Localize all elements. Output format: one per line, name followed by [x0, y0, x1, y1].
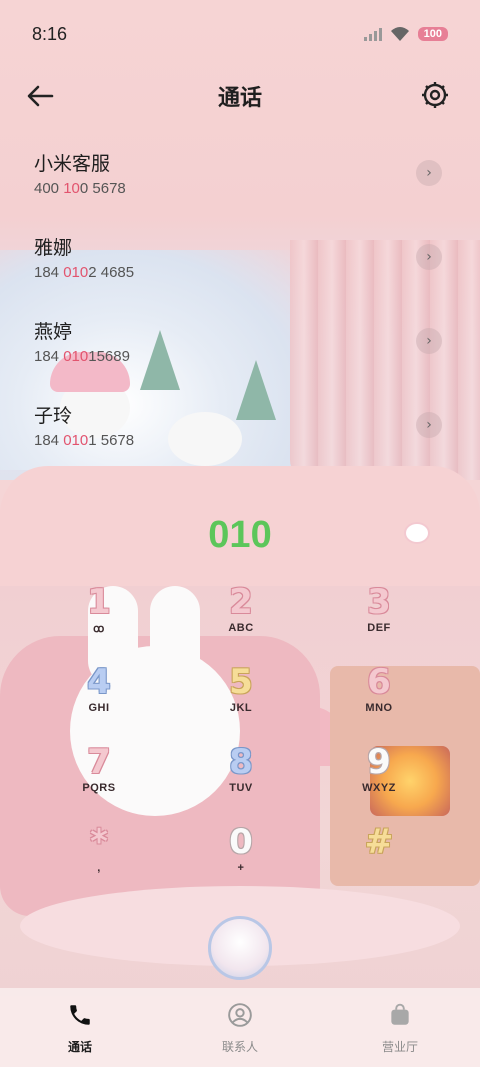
nav-label: 联系人: [221, 1040, 258, 1054]
number-match: 010: [63, 348, 89, 365]
key-digit: 5: [229, 662, 253, 702]
number-match: 010: [63, 264, 89, 281]
nav-item-contacts[interactable]: 联系人: [180, 1002, 300, 1055]
nav-label: 营业厅: [381, 1040, 418, 1054]
call-button[interactable]: [208, 916, 272, 980]
key-hash[interactable]: #: [334, 822, 424, 902]
contact-number: 184 0102 4685: [34, 264, 446, 281]
chevron-right-icon[interactable]: ›: [416, 160, 442, 186]
key-2[interactable]: 2 ABC: [196, 582, 286, 662]
key-digit: 7: [87, 742, 111, 782]
contact-name: 燕婷: [34, 321, 73, 343]
voicemail-icon: ꝏ: [93, 623, 105, 635]
key-digit: 0: [229, 822, 253, 862]
store-bag-icon: [391, 1003, 409, 1025]
key-0[interactable]: 0 +: [196, 822, 286, 902]
key-digit: 4: [87, 662, 111, 702]
battery-indicator: 100: [417, 27, 448, 41]
key-letters: DEF: [367, 622, 391, 634]
key-9[interactable]: 9 WXYZ: [334, 742, 424, 822]
contact-name: 子玲: [34, 405, 73, 427]
status-bar: 8:16 100: [0, 0, 480, 68]
contact-item[interactable]: 雅娜 184 0102 4685 ›: [34, 234, 446, 304]
key-digit: 6: [367, 662, 391, 702]
settings-gear-icon[interactable]: [420, 80, 450, 110]
number-part: 1 5678: [88, 432, 135, 449]
nav-item-calls[interactable]: 通话: [20, 1002, 140, 1055]
key-digit: 8: [229, 742, 253, 782]
bottom-navigation: 通话 联系人 营业厅: [0, 988, 480, 1067]
key-digit: #: [364, 822, 394, 862]
page-title: 通话: [217, 86, 262, 111]
number-part: 184: [34, 264, 64, 281]
number-part: 2 4685: [88, 264, 135, 281]
contact-number: 184 01015689: [34, 348, 446, 365]
key-letters: ABC: [228, 622, 254, 634]
number-part: 184: [34, 432, 64, 449]
bunny-sticker-icon: [404, 522, 430, 544]
number-part: 15689: [88, 348, 130, 365]
key-letters: WXYZ: [362, 782, 396, 794]
key-letters: GHI: [88, 702, 110, 714]
contact-item[interactable]: 小米客服 400 100 5678 ›: [34, 150, 446, 220]
number-part: 400: [34, 180, 64, 197]
chevron-right-icon[interactable]: ›: [416, 244, 442, 270]
key-letters: ,: [97, 862, 101, 874]
contact-item[interactable]: 子玲 184 0101 5678 ›: [34, 402, 446, 472]
number-part: 184: [34, 348, 64, 365]
key-letters: TUV: [229, 782, 253, 794]
key-1[interactable]: 1 ꝏ: [54, 582, 144, 662]
key-digit: 1: [87, 582, 111, 622]
key-digit: 2: [229, 582, 253, 622]
nav-item-store[interactable]: 营业厅: [340, 1002, 460, 1055]
contact-name: 雅娜: [34, 237, 73, 259]
key-7[interactable]: 7 PQRS: [54, 742, 144, 822]
contact-number: 400 100 5678: [34, 180, 446, 197]
key-digit: 3: [367, 582, 391, 622]
nav-label: 通话: [67, 1040, 92, 1054]
number-part: 0 5678: [79, 180, 126, 197]
dialer-panel: 010 1 ꝏ 2 ABC 3 DEF 4 GHI 5 JKL 6 MNO 7 …: [0, 466, 480, 996]
key-6[interactable]: 6 MNO: [334, 662, 424, 742]
number-match: 010: [63, 432, 89, 449]
chevron-right-icon[interactable]: ›: [416, 328, 442, 354]
key-4[interactable]: 4 GHI: [54, 662, 144, 742]
key-star[interactable]: * ,: [54, 822, 144, 902]
contact-number: 184 0101 5678: [34, 432, 446, 449]
key-digit: *: [90, 822, 108, 862]
signal-icon: [363, 28, 382, 41]
key-letters: MNO: [365, 702, 393, 714]
key-3[interactable]: 3 DEF: [334, 582, 424, 662]
number-match: 10: [63, 180, 80, 197]
wifi-icon: [390, 27, 409, 41]
header: 通话: [0, 70, 480, 120]
key-letters: JKL: [229, 702, 253, 714]
contact-item[interactable]: 燕婷 184 01015689 ›: [34, 318, 446, 388]
key-letters: PQRS: [82, 782, 116, 794]
contact-name: 小米客服: [34, 153, 111, 175]
chevron-right-icon[interactable]: ›: [416, 412, 442, 438]
phone-icon: [70, 1005, 90, 1025]
key-5[interactable]: 5 JKL: [196, 662, 286, 742]
contacts-icon: [228, 1003, 252, 1027]
key-letters: +: [237, 862, 245, 874]
key-8[interactable]: 8 TUV: [196, 742, 286, 822]
key-digit: 9: [367, 742, 391, 782]
status-time: 8:16: [32, 23, 68, 44]
status-icons: 100: [363, 26, 448, 42]
